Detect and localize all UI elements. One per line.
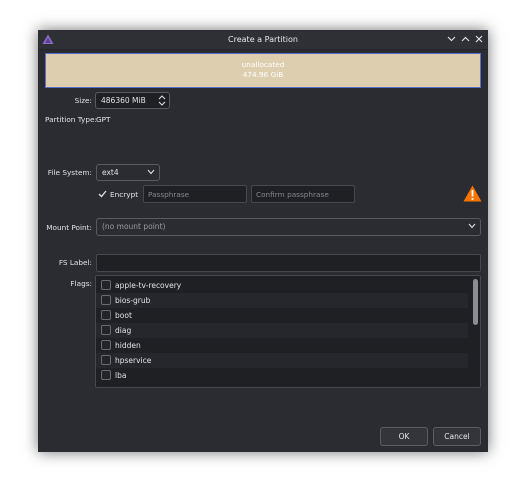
- scrollbar-thumb[interactable]: [473, 279, 478, 325]
- flag-label: bios-grub: [115, 296, 151, 305]
- flags-scrollbar[interactable]: [473, 279, 478, 385]
- mount-point-label: Mount Point:: [46, 223, 92, 232]
- confirm-passphrase-input[interactable]: [256, 186, 350, 202]
- maximize-button[interactable]: [459, 33, 471, 45]
- partition-bar-label: unallocated: [241, 60, 285, 69]
- close-icon: [475, 35, 483, 43]
- close-button[interactable]: [473, 33, 485, 45]
- partition-type-label: Partition Type:: [45, 115, 97, 124]
- passphrase-input[interactable]: [148, 186, 242, 202]
- partition-preview-bar[interactable]: unallocated 474.96 GiB: [45, 53, 481, 88]
- flags-label: Flags:: [70, 279, 92, 288]
- window-title: Create a Partition: [228, 35, 298, 44]
- encrypt-label[interactable]: Encrypt: [110, 190, 138, 199]
- chevron-up-icon: [461, 36, 469, 42]
- fs-label-field[interactable]: [96, 254, 481, 272]
- confirm-passphrase-field[interactable]: [251, 185, 355, 203]
- title-bar: Create a Partition: [38, 30, 488, 50]
- minimize-button[interactable]: [445, 33, 457, 45]
- flag-checkbox[interactable]: [101, 325, 111, 335]
- size-value: 486360 MiB: [101, 96, 146, 105]
- create-partition-dialog: Create a Partition unallocated 474.96 Gi…: [38, 30, 488, 452]
- chevron-down-icon: [147, 169, 155, 175]
- list-item[interactable]: diag: [96, 323, 468, 338]
- warning-triangle-icon: [463, 185, 482, 202]
- passphrase-field[interactable]: [143, 185, 247, 203]
- flag-label: lba: [115, 371, 127, 380]
- list-item[interactable]: apple-tv-recovery: [96, 278, 468, 293]
- flag-label: apple-tv-recovery: [115, 281, 182, 290]
- flag-checkbox[interactable]: [101, 355, 111, 365]
- flag-checkbox[interactable]: [101, 295, 111, 305]
- file-system-value: ext4: [102, 168, 119, 177]
- size-spinbox[interactable]: 486360 MiB: [95, 92, 170, 109]
- chevron-down-icon: [468, 223, 476, 229]
- file-system-label: File System:: [47, 168, 92, 177]
- mount-point-select[interactable]: (no mount point): [96, 218, 481, 236]
- size-label: Size:: [74, 96, 92, 105]
- spin-arrows-icon[interactable]: [158, 94, 166, 107]
- flag-checkbox[interactable]: [101, 280, 111, 290]
- file-system-select[interactable]: ext4: [96, 164, 160, 181]
- cancel-button[interactable]: Cancel: [433, 427, 481, 446]
- list-item[interactable]: hpservice: [96, 353, 468, 368]
- list-item[interactable]: lba: [96, 368, 468, 383]
- flag-label: boot: [115, 311, 132, 320]
- list-item[interactable]: boot: [96, 308, 468, 323]
- encrypt-checkbox[interactable]: [98, 190, 107, 198]
- partition-type-value: GPT: [96, 115, 111, 124]
- partition-bar-size: 474.96 GiB: [242, 69, 284, 79]
- flags-list[interactable]: apple-tv-recovery bios-grub boot diag hi…: [95, 275, 481, 388]
- flag-checkbox[interactable]: [101, 370, 111, 380]
- list-item[interactable]: hidden: [96, 338, 468, 353]
- ok-button[interactable]: OK: [380, 427, 428, 446]
- flag-checkbox[interactable]: [101, 310, 111, 320]
- list-item[interactable]: bios-grub: [96, 293, 468, 308]
- flag-label: hidden: [115, 341, 141, 350]
- flag-checkbox[interactable]: [101, 340, 111, 350]
- chevron-down-icon: [447, 36, 455, 42]
- mount-point-value: (no mount point): [102, 222, 166, 231]
- flag-label: hpservice: [115, 356, 152, 365]
- fs-label-input[interactable]: [101, 255, 476, 271]
- fs-label-label: FS Label:: [58, 258, 92, 267]
- flag-label: diag: [115, 326, 132, 335]
